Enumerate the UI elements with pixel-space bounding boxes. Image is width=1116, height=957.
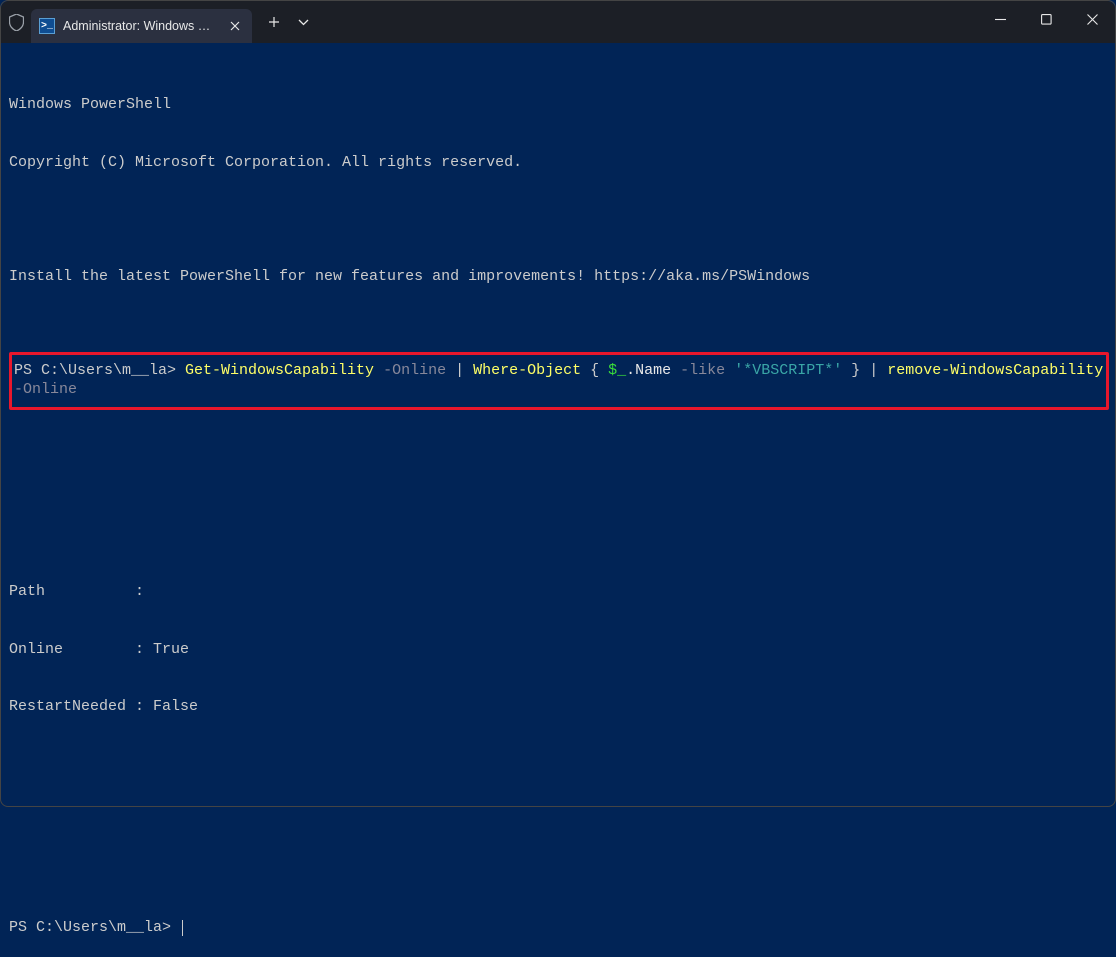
prompt-line[interactable]: PS C:\Users\m__la> xyxy=(9,918,1115,937)
close-window-button[interactable] xyxy=(1069,1,1115,37)
titlebar: >_ Administrator: Windows Powe xyxy=(1,1,1115,43)
brace-open: { xyxy=(581,362,608,379)
banner-line-2: Copyright (C) Microsoft Corporation. All… xyxy=(9,153,1115,172)
cursor xyxy=(182,920,183,936)
new-tab-button[interactable] xyxy=(258,6,290,38)
spacer xyxy=(9,211,1115,229)
special-variable: $_ xyxy=(608,362,626,379)
output-block: Path : Online : True RestartNeeded : Fal… xyxy=(9,544,1115,755)
param-online-1: -Online xyxy=(374,362,446,379)
tab-dropdown-button[interactable] xyxy=(290,6,316,38)
cmdlet-get: Get-WindowsCapability xyxy=(185,362,374,379)
cmdlet-remove: remove-WindowsCapability xyxy=(887,362,1103,379)
powershell-icon: >_ xyxy=(39,18,55,34)
param-like: -like xyxy=(671,362,725,379)
spacer xyxy=(9,476,1115,494)
shield-icon xyxy=(1,1,31,43)
spacer xyxy=(9,862,1115,880)
property-name: .Name xyxy=(626,362,671,379)
brace-close: } xyxy=(842,362,860,379)
pipe-2: | xyxy=(860,362,887,379)
cmdlet-where: Where-Object xyxy=(473,362,581,379)
close-tab-button[interactable] xyxy=(226,17,244,35)
minimize-button[interactable] xyxy=(977,1,1023,37)
output-online: Online : True xyxy=(9,640,1115,659)
window-controls xyxy=(977,1,1115,43)
prompt-path: PS C:\Users\m__la> xyxy=(14,362,185,379)
titlebar-left: >_ Administrator: Windows Powe xyxy=(1,1,316,43)
maximize-button[interactable] xyxy=(1023,1,1069,37)
tab-powershell[interactable]: >_ Administrator: Windows Powe xyxy=(31,9,252,43)
output-restart: RestartNeeded : False xyxy=(9,697,1115,716)
pipe-1: | xyxy=(446,362,473,379)
string-vbscript: '*VBSCRIPT*' xyxy=(725,362,842,379)
output-path: Path : xyxy=(9,582,1115,601)
terminal-area[interactable]: Windows PowerShell Copyright (C) Microso… xyxy=(1,43,1115,957)
prompt-path-2: PS C:\Users\m__la> xyxy=(9,919,180,936)
banner-line-3: Install the latest PowerShell for new fe… xyxy=(9,267,1115,286)
spacer xyxy=(9,805,1115,823)
highlighted-command-box: PS C:\Users\m__la> Get-WindowsCapability… xyxy=(9,352,1109,410)
tab-title: Administrator: Windows Powe xyxy=(63,19,218,33)
banner-line-1: Windows PowerShell xyxy=(9,95,1115,114)
